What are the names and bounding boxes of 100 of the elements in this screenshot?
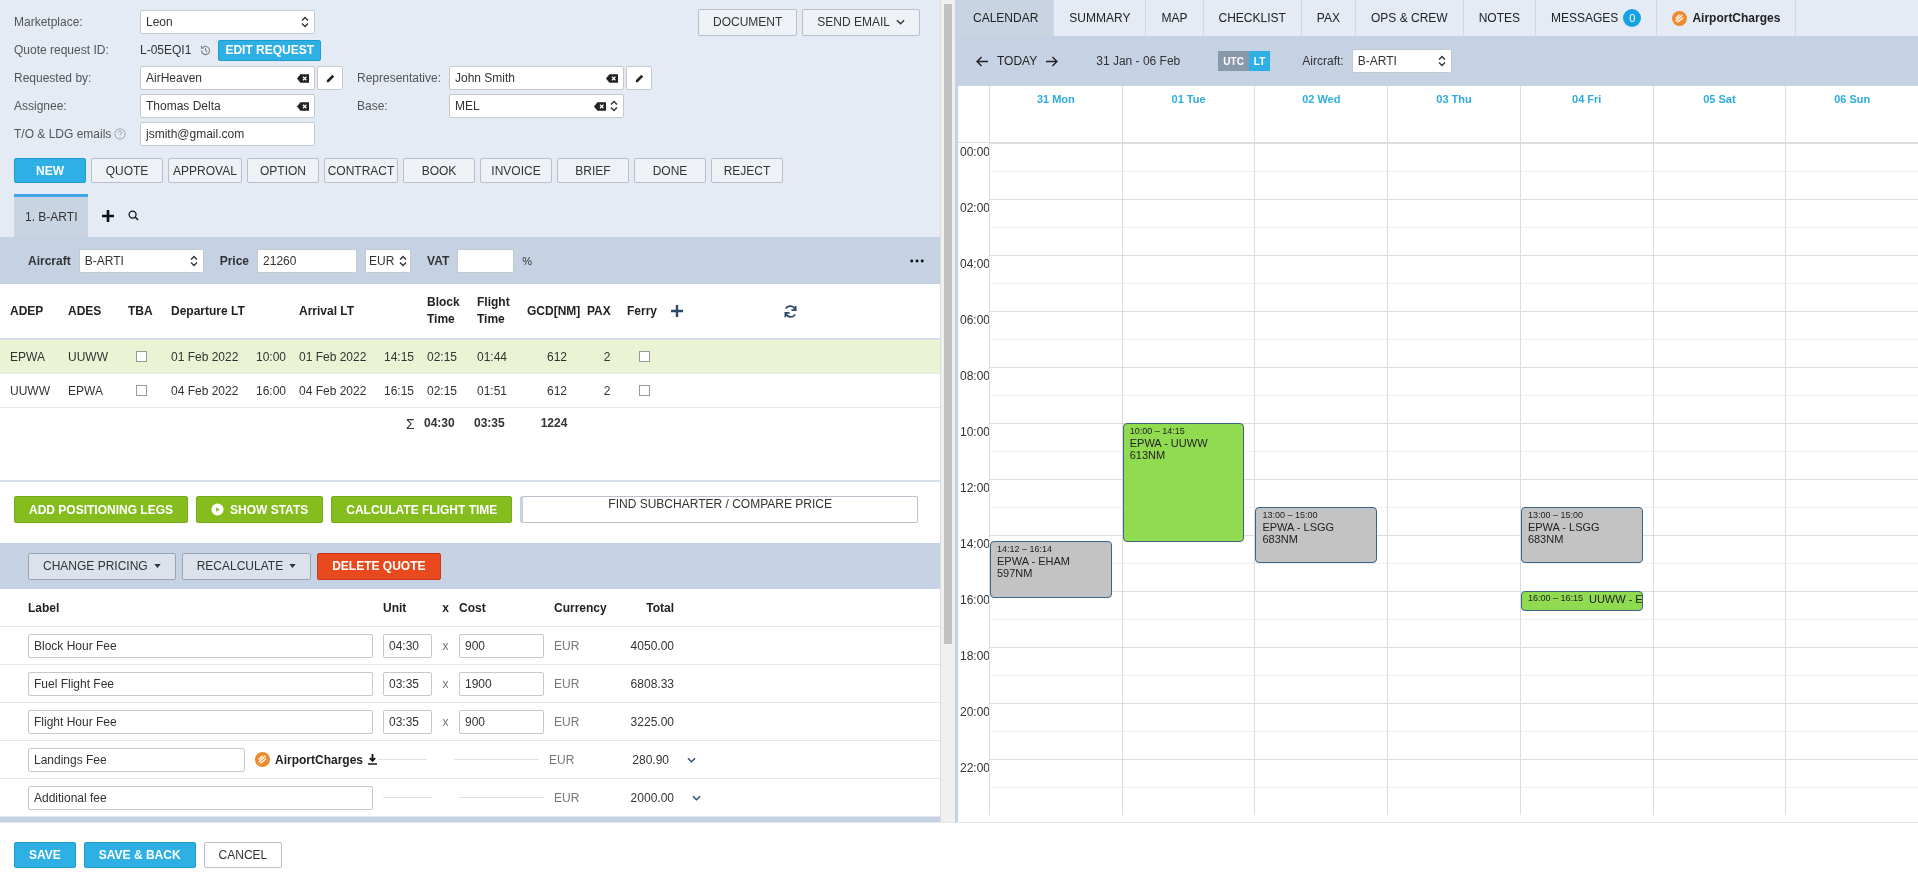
- clear-icon[interactable]: [297, 73, 309, 83]
- leg-row[interactable]: EPWA UUWW 01 Feb 2022 10:00 01 Feb 2022 14:15 02:15 01:44 612 2: [0, 340, 940, 375]
- flight-event[interactable]: 10:00 – 14:15 EPWA - UUWW 613NM: [1122, 423, 1245, 542]
- emails-input[interactable]: jsmith@gmail.com: [140, 122, 315, 146]
- marketplace-select[interactable]: Leon: [140, 10, 315, 34]
- label-input[interactable]: Additional fee: [28, 785, 373, 810]
- assignee-field[interactable]: Thomas Delta: [140, 94, 315, 118]
- representative-field[interactable]: John Smith: [449, 66, 624, 90]
- field-label: Assignee:: [14, 99, 68, 113]
- clear-icon[interactable]: [606, 73, 618, 83]
- status-step-button[interactable]: INVOICE: [480, 158, 552, 183]
- status-step-button[interactable]: OPTION: [247, 158, 319, 183]
- search-icon[interactable]: [128, 210, 140, 221]
- unit-input[interactable]: 03:35: [383, 671, 432, 696]
- label-input[interactable]: Landings Fee: [28, 747, 245, 772]
- status-step-button[interactable]: APPROVAL: [168, 158, 242, 183]
- plus-icon[interactable]: [671, 305, 683, 318]
- aircraft-tab[interactable]: 1. B-ARTI: [14, 194, 89, 237]
- edit-button[interactable]: [317, 66, 343, 90]
- cost-input[interactable]: 900: [459, 709, 544, 734]
- up-down-caret-icon: [610, 100, 618, 112]
- scrollbar[interactable]: [940, 0, 955, 822]
- column-header: GCD[NM]: [527, 304, 582, 319]
- clear-icon[interactable]: [594, 101, 606, 111]
- chevron-down-icon[interactable]: [687, 756, 696, 763]
- status-step-button[interactable]: REJECT: [711, 158, 783, 183]
- hour-label: 12:00: [960, 481, 991, 495]
- total-cell-text: 2000.00: [629, 790, 674, 805]
- edit-button[interactable]: [626, 66, 652, 90]
- send-email-button[interactable]: SEND EMAIL: [802, 8, 920, 36]
- today-button[interactable]: TODAY: [997, 54, 1038, 68]
- event-route: EPWA - LSGG: [1527, 521, 1601, 533]
- clear-icon[interactable]: [297, 101, 309, 111]
- status-step-button[interactable]: BOOK: [403, 158, 475, 183]
- status-step-button[interactable]: CONTRACT: [324, 158, 398, 183]
- label-input[interactable]: Fuel Flight Fee: [28, 671, 373, 696]
- day-header: 04 Fri: [1572, 93, 1602, 105]
- column-header: Departure LT: [171, 304, 246, 319]
- table-cell-text: 10:00: [256, 349, 288, 364]
- event-time: 13:00 – 15:00: [1262, 510, 1319, 521]
- arrow-left-icon[interactable]: [976, 55, 989, 67]
- flight-event[interactable]: 13:00 – 15:00 EPWA - LSGG 683NM: [1520, 507, 1643, 563]
- history-icon[interactable]: [199, 43, 213, 57]
- tba-checkbox[interactable]: [136, 351, 147, 363]
- label-input[interactable]: Block Hour Fee: [28, 633, 373, 658]
- cost-input[interactable]: 1900: [459, 671, 544, 696]
- table-cell-text: 02:15: [427, 383, 459, 398]
- aircraft-select[interactable]: B-ARTI: [78, 248, 204, 273]
- vat-input[interactable]: [457, 248, 515, 273]
- aircraft-select[interactable]: B-ARTI: [1351, 49, 1452, 73]
- table-cell-text: UUWW: [68, 349, 109, 364]
- leg-row[interactable]: UUWW EPWA 04 Feb 2022 16:00 04 Feb 2022 16:15 02:15 01:51 612 2: [0, 374, 940, 409]
- day-header: 01 Tue: [1171, 93, 1206, 105]
- hour-label: 16:00: [960, 593, 991, 607]
- document-button[interactable]: DOCUMENT: [698, 8, 798, 36]
- refresh-icon[interactable]: [783, 303, 798, 319]
- currency-select[interactable]: EUR: [365, 248, 412, 273]
- event-route: EPWA - EHAM: [997, 554, 1071, 567]
- requested-by-field[interactable]: AirHeaven: [140, 66, 315, 90]
- hour-label: 18:00: [960, 649, 991, 663]
- pricing-button[interactable]: DELETE QUOTE: [317, 552, 441, 580]
- flight-event[interactable]: 13:00 – 15:00 EPWA - LSGG 683NM: [1255, 507, 1378, 563]
- column-header: Label: [28, 600, 61, 615]
- pricing-button[interactable]: CHANGE PRICING: [28, 552, 176, 580]
- flight-event[interactable]: 16:00 – 16:15 UUWW - E: [1520, 591, 1643, 611]
- status-step-button[interactable]: BRIEF: [557, 158, 629, 183]
- ferry-checkbox[interactable]: [639, 351, 650, 363]
- field-label: VAT: [427, 253, 450, 268]
- plus-icon[interactable]: [102, 209, 115, 222]
- footer-button[interactable]: CANCEL: [203, 841, 283, 868]
- total-cell-text: 03:35: [474, 416, 506, 431]
- label-input[interactable]: Flight Hour Fee: [28, 709, 373, 734]
- table-cell-text: 01:44: [477, 349, 509, 364]
- caret-icon: [289, 564, 297, 569]
- column-header: Block Time: [427, 294, 461, 329]
- table-cell-text: 612: [546, 383, 568, 398]
- more-icon[interactable]: [910, 258, 924, 263]
- table-cell-text: UUWW: [10, 383, 51, 398]
- unit-input[interactable]: 03:35: [383, 709, 432, 734]
- chevron-down-icon[interactable]: [692, 794, 701, 801]
- price-input[interactable]: 21260: [257, 248, 358, 273]
- tab[interactable]: CALENDAR: [958, 0, 1055, 36]
- hour-label: 06:00: [960, 313, 991, 327]
- field-label: Price: [219, 253, 250, 268]
- compare-price-button[interactable]: FIND SUBCHARTER / COMPARE PRICE: [520, 496, 918, 524]
- pencil-icon: [324, 72, 336, 84]
- cost-input[interactable]: 900: [459, 633, 544, 658]
- field-label: Aircraft:: [1302, 54, 1344, 68]
- pricing-button[interactable]: RECALCULATE: [181, 552, 312, 580]
- ferry-checkbox[interactable]: [639, 385, 650, 397]
- table-cell-text: 02:15: [427, 349, 459, 364]
- tba-checkbox[interactable]: [136, 385, 147, 397]
- unit-input[interactable]: 04:30: [383, 633, 432, 658]
- arrow-right-icon[interactable]: [1045, 55, 1059, 67]
- status-step-button[interactable]: QUOTE: [91, 158, 163, 183]
- status-step-button[interactable]: DONE: [634, 158, 706, 183]
- count-badge: 0: [1623, 9, 1642, 27]
- airportcharges-link[interactable]: AirportCharges: [255, 752, 378, 767]
- flight-event[interactable]: 14:12 – 16:14 EPWA - EHAM 597NM: [990, 540, 1112, 598]
- base-select[interactable]: MEL: [449, 94, 624, 118]
